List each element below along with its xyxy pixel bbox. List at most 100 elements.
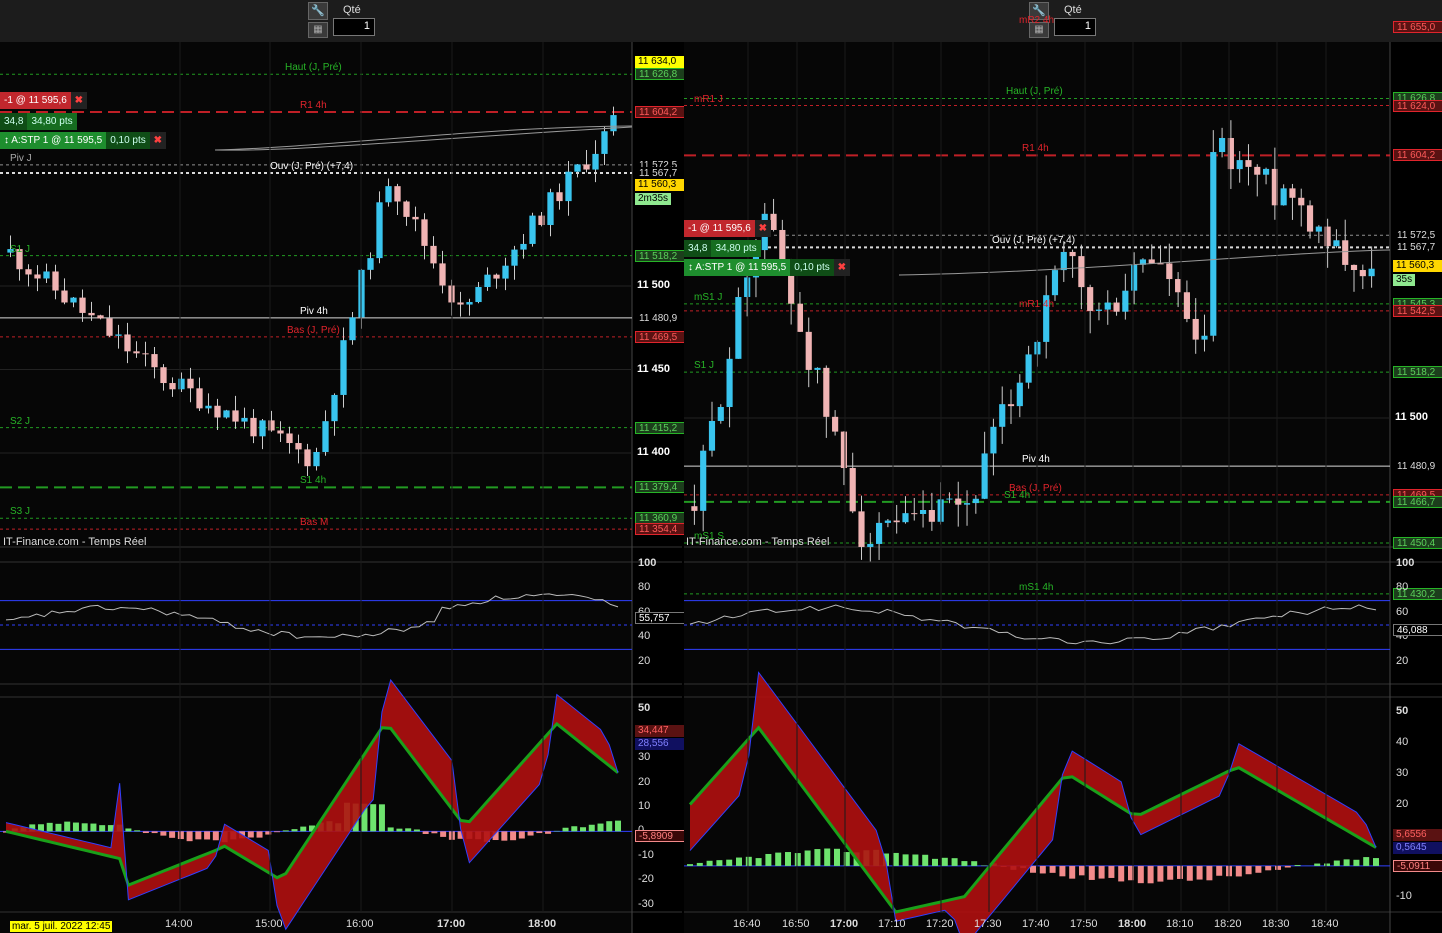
candle-body: [1350, 264, 1358, 271]
time-tick: 17:20: [926, 918, 954, 930]
order-pts: 34,80 pts: [711, 240, 761, 257]
candle-body: [349, 317, 356, 341]
level-price-tag: 11 379,4: [635, 481, 691, 494]
macd-histogram-bar: [291, 829, 298, 832]
candle-body: [493, 274, 500, 279]
candle-body: [223, 410, 230, 418]
candle-body: [1236, 160, 1243, 170]
macd-tick: 20: [638, 775, 651, 788]
candle-body: [547, 192, 554, 226]
macd-histogram-bar: [396, 828, 403, 832]
macd-histogram-bar: [615, 820, 621, 832]
macd-histogram-bar: [824, 848, 831, 866]
sell-order-tag[interactable]: -1 @ 11 595,6 ✖: [0, 92, 87, 109]
macd-tick: -20: [638, 873, 654, 886]
chart-panel-left[interactable]: Haut (J, Pré) 11 626,8 R1 4h 11 604,2 Piv J 1…: [0, 42, 710, 933]
candle-body: [556, 192, 563, 202]
macd-histogram-bar: [1137, 865, 1144, 884]
stop-order-tag[interactable]: ↕ A:STP 1 @ 11 595,5 0,10 pts ✖: [684, 259, 850, 276]
macd-histogram-bar: [1255, 865, 1262, 873]
candle-body: [259, 420, 266, 437]
candle-body: [911, 513, 918, 515]
macd-histogram-bar: [204, 831, 211, 840]
candle-body: [823, 367, 830, 417]
candle-body: [277, 430, 284, 434]
last-price-tag: 11 560,3: [635, 179, 691, 192]
level-label: Piv J: [10, 152, 32, 164]
candle-body: [151, 354, 158, 368]
level-label: Bas M: [300, 517, 329, 529]
candle-body: [115, 334, 122, 336]
macd-histogram-bar: [580, 827, 587, 832]
candle-body: [1060, 251, 1067, 271]
chart-panel-right[interactable]: Piv S11 709,4S2 4h11 705,7mR2 J11 702,6R…: [684, 15, 1442, 933]
candle-body: [475, 287, 482, 303]
qty-input-left[interactable]: 1: [333, 18, 375, 36]
macd-histogram-bar: [300, 826, 307, 832]
time-tick: 14:00: [165, 918, 193, 930]
candle-body: [1201, 335, 1208, 340]
data-source-label: IT-Finance.com - Temps Réel: [686, 536, 830, 548]
level-price-tag: 11 480,9: [1393, 460, 1442, 473]
wrench-icon[interactable]: 🔧: [308, 2, 328, 20]
candle-body: [981, 453, 988, 499]
macd-histogram-bar: [1069, 865, 1076, 879]
rsi-tick: 100: [1396, 557, 1415, 569]
candle-body: [1087, 287, 1094, 311]
candle-body: [268, 420, 275, 431]
cancel-order-icon[interactable]: ✖: [70, 92, 87, 109]
price-chart-left[interactable]: [0, 42, 682, 933]
candle-body: [1359, 270, 1366, 277]
rsi-tick: 100: [638, 557, 657, 569]
macd-tick: 50: [638, 702, 651, 715]
candle-body: [394, 186, 401, 202]
time-tick: 18:00: [1118, 918, 1147, 930]
macd-histogram-bar: [834, 848, 840, 866]
candle-body: [241, 417, 248, 422]
candle-body: [700, 450, 707, 511]
macd-histogram-bar: [687, 864, 693, 866]
macd-histogram-bar: [46, 822, 53, 832]
keypad-icon[interactable]: ▦: [308, 22, 328, 38]
candle-body: [457, 302, 464, 305]
macd-histogram-bar: [413, 829, 420, 832]
candle-body: [286, 433, 293, 444]
candle-body: [1069, 251, 1076, 257]
candle-body: [1342, 240, 1349, 265]
candle-body: [1122, 290, 1129, 312]
candle-body: [928, 510, 935, 522]
time-tick: 18:20: [1214, 918, 1242, 930]
stop-order[interactable]: ↕ A:STP 1 @ 11 595,5: [0, 132, 107, 149]
cancel-stop-icon[interactable]: ✖: [149, 132, 166, 149]
time-tick: 17:10: [878, 918, 906, 930]
candle-body: [367, 258, 374, 270]
candle-body: [1289, 188, 1296, 198]
candle-body: [1254, 166, 1261, 175]
candle-body: [1315, 226, 1322, 232]
candle-body: [43, 271, 50, 279]
macd-histogram-bar: [1118, 865, 1125, 882]
macd-histogram-bar: [274, 831, 281, 833]
stop-order[interactable]: ↕ A:STP 1 @ 11 595,5: [684, 259, 791, 276]
macd-histogram-bar: [912, 854, 919, 866]
stop-order-tag[interactable]: ↕ A:STP 1 @ 11 595,5 0,10 pts ✖: [0, 132, 166, 149]
order-qty[interactable]: -1 @ 11 595,6: [684, 220, 755, 237]
cancel-order-icon[interactable]: ✖: [754, 220, 771, 237]
macd-tick: 10: [638, 799, 651, 812]
macd-histogram-bar: [1049, 865, 1056, 873]
macd-histogram-bar: [775, 852, 782, 866]
cancel-stop-icon[interactable]: ✖: [833, 259, 850, 276]
order-qty[interactable]: -1 @ 11 595,6: [0, 92, 71, 109]
candle-body: [708, 420, 716, 451]
qty-label: Qté: [1064, 4, 1082, 16]
sell-order-tag[interactable]: -1 @ 11 595,6 ✖: [684, 220, 771, 237]
candle-body: [304, 449, 311, 467]
macd-histogram-bar: [794, 853, 801, 866]
macd-histogram-bar: [370, 804, 377, 832]
candle-body: [867, 543, 874, 547]
qty-input-right[interactable]: 1: [1054, 18, 1096, 36]
macd-histogram-bar: [90, 823, 97, 832]
macd-histogram-bar: [606, 821, 613, 832]
price-chart-right[interactable]: [684, 42, 1442, 933]
candle-body: [1183, 292, 1190, 319]
